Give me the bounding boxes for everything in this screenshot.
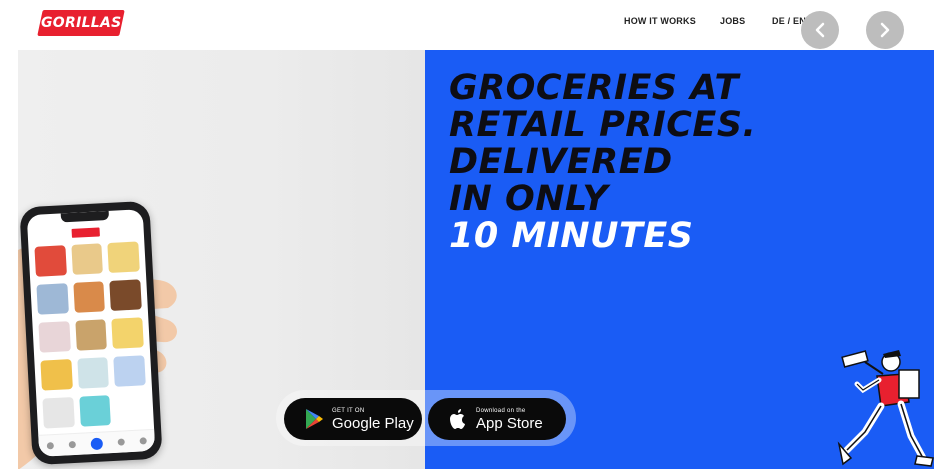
phone-notch — [60, 210, 110, 223]
app-store-text: Download on the App Store — [476, 407, 543, 432]
product-tile — [113, 355, 146, 387]
next-button[interactable] — [866, 11, 904, 49]
phone-mockup — [19, 200, 163, 466]
logo-text: GORILLAS — [40, 15, 122, 31]
hero-section: GROCERIES AT RETAIL PRICES. DELIVERED IN… — [18, 50, 934, 469]
product-tile — [71, 243, 104, 275]
home-icon — [46, 442, 54, 450]
chevron-right-icon — [880, 22, 890, 38]
app-store-label: App Store — [476, 414, 543, 432]
google-play-text: GET IT ON Google Play — [332, 407, 414, 432]
courier-illustration — [837, 350, 934, 467]
google-play-caption: GET IT ON — [332, 407, 365, 414]
product-tile — [109, 279, 142, 311]
google-play-label: Google Play — [332, 414, 414, 432]
google-play-icon — [306, 409, 323, 429]
app-store-caption: Download on the — [476, 407, 526, 414]
product-tile — [38, 321, 71, 353]
product-tile — [73, 281, 106, 313]
hero-headline: GROCERIES AT RETAIL PRICES. DELIVERED IN… — [449, 70, 756, 255]
product-tile — [40, 359, 73, 391]
app-logo — [71, 227, 100, 238]
headline-line: IN ONLY — [449, 179, 609, 219]
product-tile — [36, 283, 69, 315]
phone-tab-bar — [38, 428, 156, 457]
headline-line: DELIVERED — [449, 142, 673, 182]
cart-icon — [90, 437, 104, 450]
product-tile — [107, 241, 140, 273]
headline-line: GROCERIES AT — [449, 68, 739, 108]
product-tile — [34, 245, 67, 277]
product-tile — [111, 317, 144, 349]
nav-jobs[interactable]: JOBS — [720, 16, 745, 26]
page: GORILLAS HOW IT WORKS JOBS DE / EN GROCE… — [0, 0, 942, 469]
product-tile — [78, 395, 112, 427]
app-store-button[interactable]: Download on the App Store — [428, 398, 566, 440]
phone-screen — [26, 209, 156, 457]
headline-line: RETAIL PRICES. — [449, 105, 757, 145]
product-tile — [42, 397, 75, 429]
product-tile — [76, 357, 110, 389]
product-tile — [74, 319, 108, 351]
heart-icon — [117, 438, 126, 446]
previous-button[interactable] — [801, 11, 839, 49]
google-play-button[interactable]: GET IT ON Google Play — [284, 398, 422, 440]
site-header: GORILLAS HOW IT WORKS JOBS DE / EN — [18, 0, 934, 50]
chevron-left-icon — [815, 22, 825, 38]
gorillas-logo[interactable]: GORILLAS — [37, 10, 125, 36]
hand-holding-phone-image — [18, 170, 188, 469]
headline-highlight: 10 MINUTES — [449, 216, 694, 256]
apple-icon — [450, 409, 465, 429]
profile-icon — [139, 437, 148, 445]
search-icon — [68, 440, 76, 449]
product-grid — [34, 241, 147, 429]
nav-how-it-works[interactable]: HOW IT WORKS — [624, 16, 696, 26]
